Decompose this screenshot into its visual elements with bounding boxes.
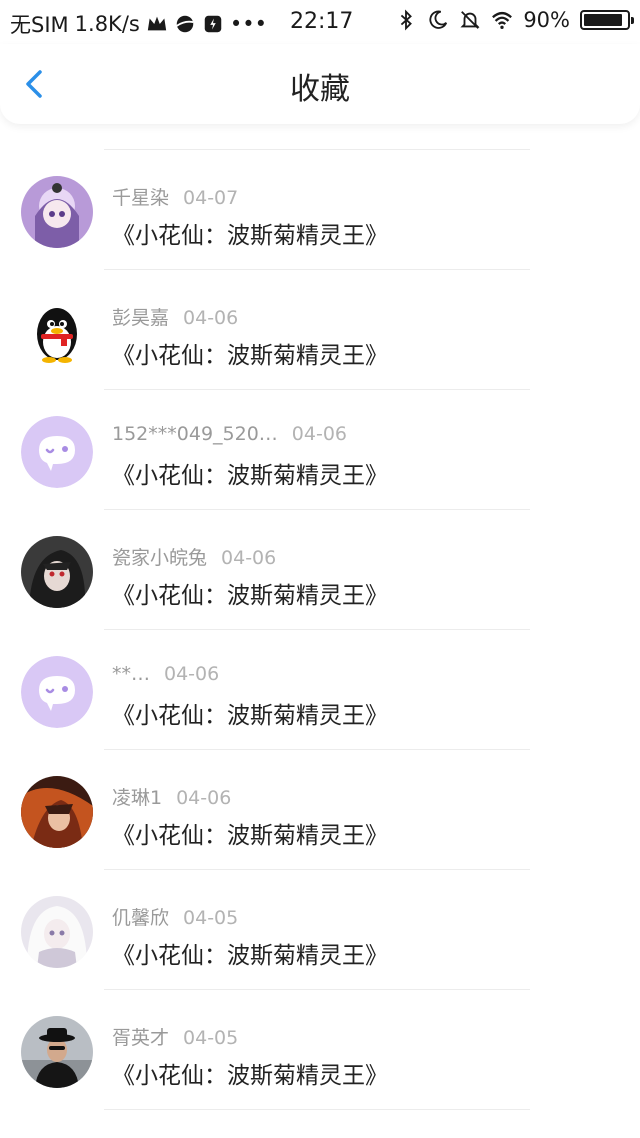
user-name: 千星染 <box>112 187 170 209</box>
item-date: 04-06 <box>221 547 277 569</box>
item-title[interactable]: 《小花仙：波斯菊精灵王》 <box>112 336 388 370</box>
moon-icon <box>429 10 448 29</box>
status-bar: 无SIM 1.8K/s ••• 22:17 90% <box>0 0 640 44</box>
page-title: 收藏 <box>290 72 350 107</box>
item-title[interactable]: 《小花仙：波斯菊精灵王》 <box>112 216 388 250</box>
list-item[interactable]: 彭昊嘉 04-06 《小花仙：波斯菊精灵王》 <box>0 270 640 390</box>
item-date: 04-06 <box>164 663 220 685</box>
avatar[interactable] <box>21 656 93 728</box>
user-name: 彭昊嘉 <box>112 307 170 329</box>
item-meta: 凌琳1 04-06 <box>112 783 231 810</box>
list-item[interactable]: 胥英才 04-05 《小花仙：波斯菊精灵王》 <box>0 990 640 1110</box>
item-date: 04-06 <box>183 307 239 329</box>
user-name: 胥英才 <box>112 1027 170 1049</box>
item-meta: 瓷家小皖兔 04-06 <box>112 543 276 570</box>
item-date: 04-07 <box>183 187 239 209</box>
list-item[interactable]: 152***049_520… 04-06 《小花仙：波斯菊精灵王》 <box>0 390 640 510</box>
status-left: 无SIM 1.8K/s ••• <box>10 9 267 39</box>
item-meta: 千星染 04-07 <box>112 183 238 210</box>
avatar[interactable] <box>21 776 93 848</box>
user-name: 凌琳1 <box>112 787 163 809</box>
avatar[interactable] <box>21 416 93 488</box>
item-date: 04-05 <box>183 907 239 929</box>
item-date: 04-06 <box>291 423 348 445</box>
item-date: 04-05 <box>183 1027 239 1049</box>
network-speed: 1.8K/s <box>74 12 140 36</box>
item-meta: 胥英才 04-05 <box>112 1023 238 1050</box>
user-name: 仉馨欣 <box>112 907 170 929</box>
wifi-icon <box>492 11 513 29</box>
avatar[interactable] <box>21 1016 93 1088</box>
planet-icon <box>176 15 194 33</box>
battery-icon <box>580 10 634 30</box>
avatar[interactable] <box>21 896 93 968</box>
avatar[interactable] <box>21 536 93 608</box>
crown-icon <box>147 16 167 31</box>
list-item[interactable]: 瓷家小皖兔 04-06 《小花仙：波斯菊精灵王》 <box>0 510 640 630</box>
item-date: 04-06 <box>176 787 232 809</box>
divider <box>104 1109 530 1110</box>
avatar[interactable] <box>21 296 93 368</box>
item-title[interactable]: 《小花仙：波斯菊精灵王》 <box>112 816 388 850</box>
item-meta: 152***049_520… 04-06 <box>112 423 347 445</box>
item-title[interactable]: 《小花仙：波斯菊精灵王》 <box>112 696 388 730</box>
list-item[interactable]: 凌琳1 04-06 《小花仙：波斯菊精灵王》 <box>0 750 640 870</box>
item-title[interactable]: 《小花仙：波斯菊精灵王》 <box>112 936 388 970</box>
user-name: **… <box>112 663 150 685</box>
item-meta: 仉馨欣 04-05 <box>112 903 238 930</box>
item-title[interactable]: 《小花仙：波斯菊精灵王》 <box>112 456 388 490</box>
flash-app-icon <box>204 15 222 33</box>
battery-percent: 90% <box>523 8 570 32</box>
user-name: 152***049_520… <box>112 423 278 445</box>
status-time: 22:17 <box>290 9 354 34</box>
user-name: 瓷家小皖兔 <box>112 547 208 569</box>
more-icon: ••• <box>229 12 268 36</box>
list-item[interactable]: 千星染 04-07 《小花仙：波斯菊精灵王》 <box>0 150 640 270</box>
item-title[interactable]: 《小花仙：波斯菊精灵王》 <box>112 1056 388 1090</box>
nav-bar: 收藏 <box>0 44 640 124</box>
item-meta: 彭昊嘉 04-06 <box>112 303 238 330</box>
list-item[interactable]: **… 04-06 《小花仙：波斯菊精灵王》 <box>0 630 640 750</box>
item-meta: **… 04-06 <box>112 663 219 685</box>
bluetooth-icon <box>401 9 413 31</box>
status-right: 90% <box>395 8 634 32</box>
mute-bell-icon <box>460 11 480 29</box>
carrier-label: 无SIM <box>10 13 69 37</box>
item-title[interactable]: 《小花仙：波斯菊精灵王》 <box>112 576 388 610</box>
list-item[interactable]: 仉馨欣 04-05 《小花仙：波斯菊精灵王》 <box>0 870 640 990</box>
avatar[interactable] <box>21 176 93 248</box>
